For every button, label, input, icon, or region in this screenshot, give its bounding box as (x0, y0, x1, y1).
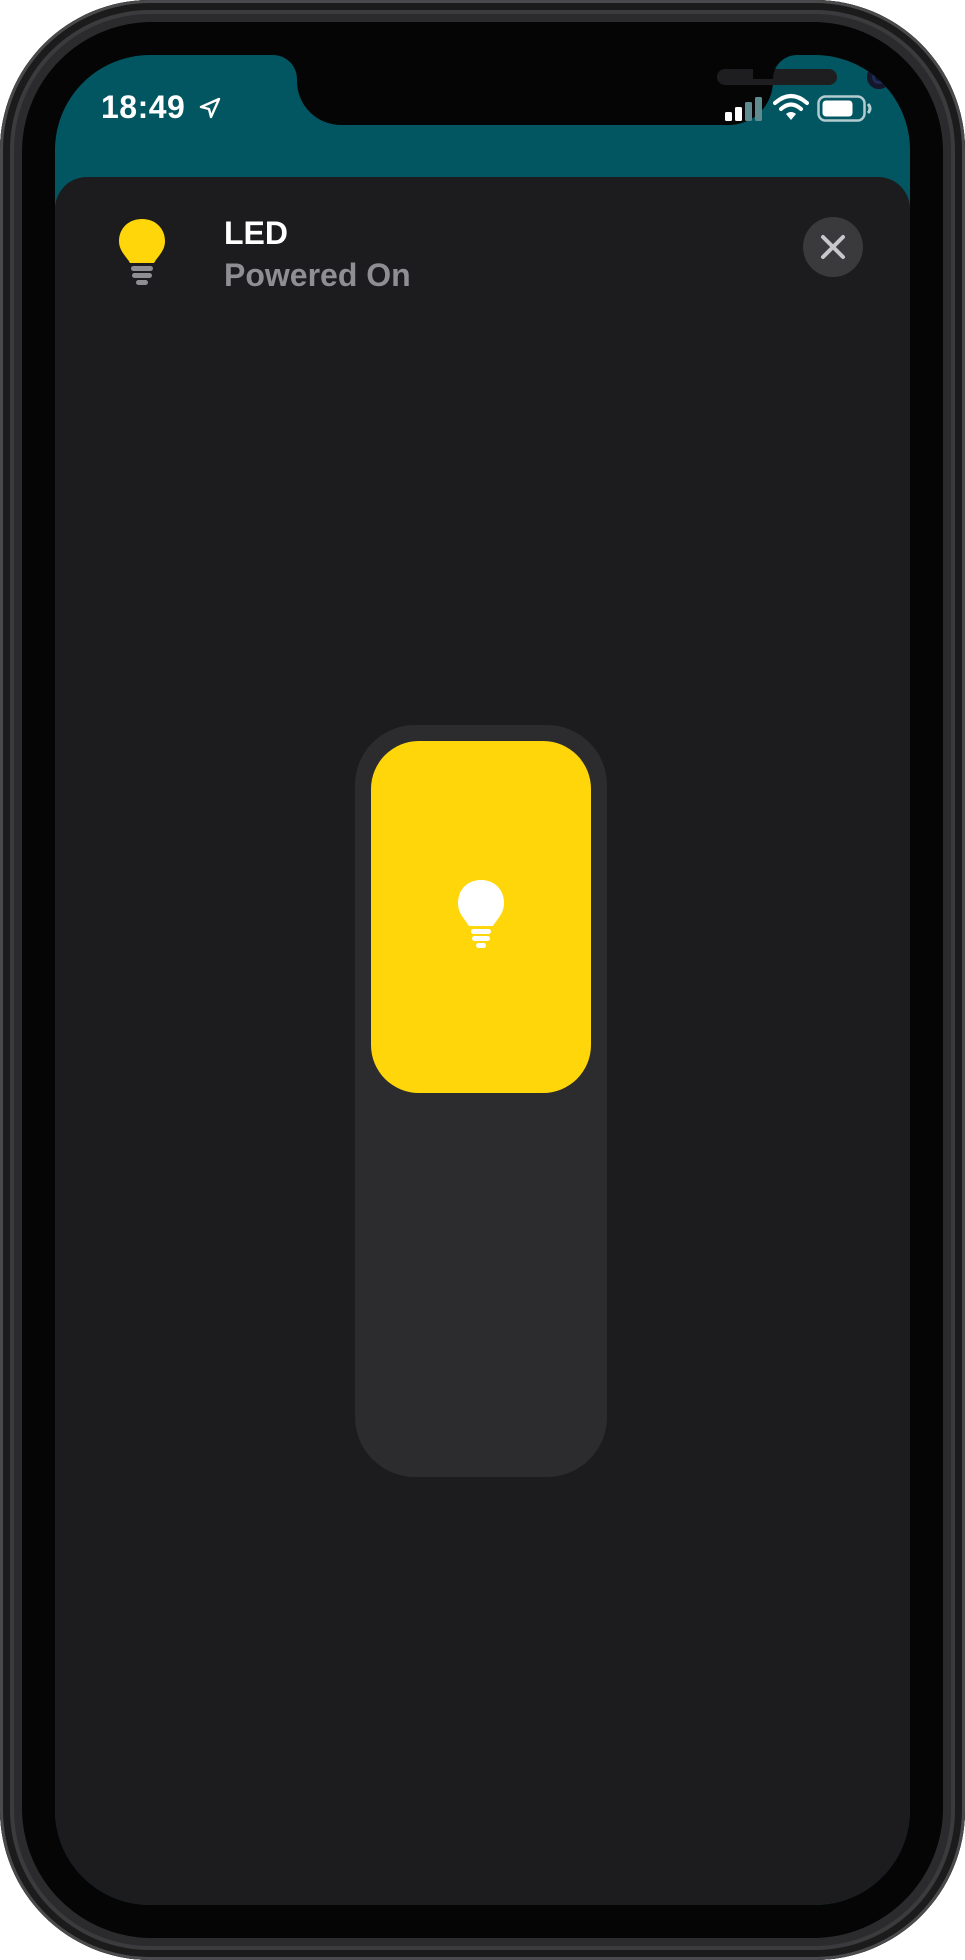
lightbulb-icon (458, 880, 504, 948)
brightness-slider-fill[interactable] (371, 741, 591, 1093)
accessory-name: LED (224, 215, 288, 251)
brightness-slider[interactable] (355, 725, 607, 1477)
accessory-status: Powered On (224, 257, 411, 293)
accessory-detail-sheet: LED Powered On (55, 177, 910, 1905)
location-arrow-icon (199, 97, 221, 119)
front-camera (867, 65, 891, 89)
notch (297, 55, 891, 125)
lightbulb-icon (119, 219, 165, 285)
screen: 18:49 LED Powered On (55, 55, 910, 1905)
cellular-signal-icon (725, 97, 762, 121)
earpiece-speaker (717, 69, 837, 85)
close-button[interactable] (803, 217, 863, 277)
status-time: 18:49 (101, 89, 186, 125)
battery-icon (817, 95, 872, 122)
wifi-icon (773, 94, 809, 120)
close-icon (821, 235, 845, 259)
